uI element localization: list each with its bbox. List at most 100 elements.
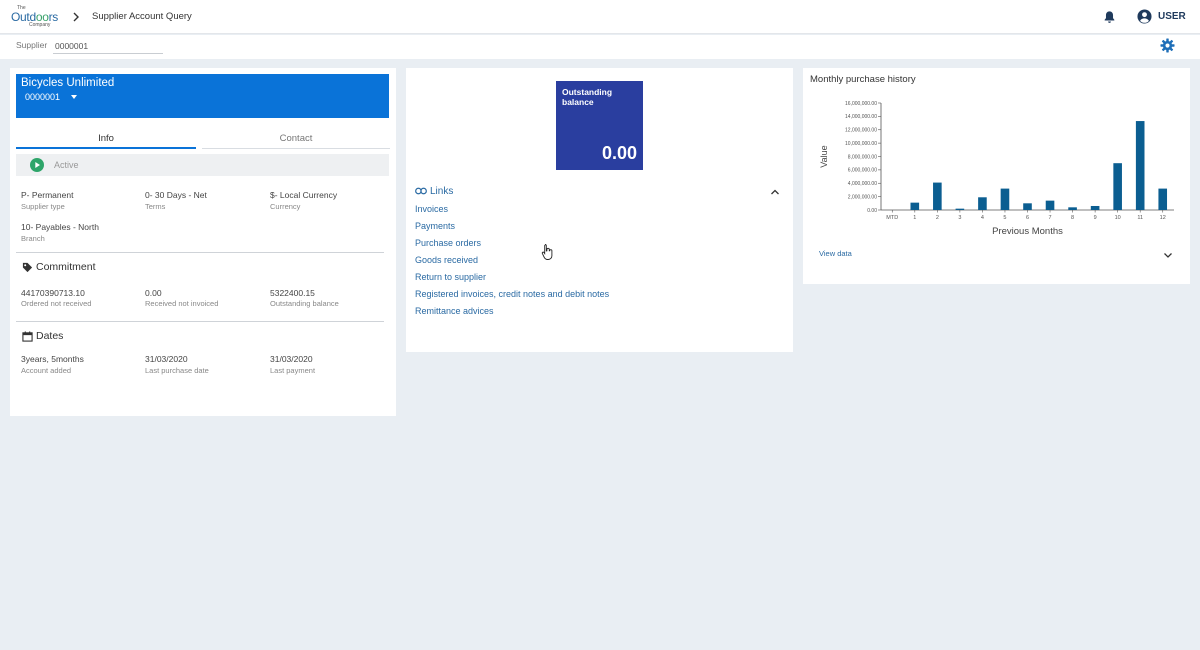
bell-icon[interactable] xyxy=(1103,10,1116,24)
balance-title: Outstanding balance xyxy=(562,87,613,107)
hand-cursor-icon xyxy=(541,244,553,260)
account-added-value: 3years, 5months xyxy=(21,354,84,364)
page-title: Supplier Account Query xyxy=(92,11,192,22)
chart-bar xyxy=(978,197,987,210)
y-tick-label: 16,000,000.00 xyxy=(845,101,877,107)
calendar-icon xyxy=(22,331,33,342)
x-tick-label: 6 xyxy=(1026,215,1029,221)
supplier-name: Bicycles Unlimited xyxy=(21,77,115,89)
chevron-up-icon[interactable] xyxy=(770,188,780,196)
supplier-header: Bicycles Unlimited 0000001 xyxy=(16,74,389,118)
links-heading[interactable]: Links xyxy=(415,186,453,197)
currency-label: Currency xyxy=(270,202,301,211)
logo-sub-text: Company xyxy=(29,22,51,28)
purchase-history-chart: 0.00 2,000,000.00 4,000,000.00 6,000,000.00… xyxy=(819,101,1174,237)
supplier-info-card: Bicycles Unlimited 0000001 Info Contact … xyxy=(10,68,396,416)
y-tick-label: 6,000,000.00 xyxy=(848,168,877,174)
outstanding-balance-tile[interactable]: Outstanding balance 0.00 xyxy=(556,81,643,170)
chart-bar xyxy=(1090,205,1100,210)
chart-bar xyxy=(1045,200,1055,210)
dates-heading: Dates xyxy=(22,330,63,342)
link-purchase-orders[interactable]: Purchase orders xyxy=(415,238,481,248)
x-tick-label: 11 xyxy=(1137,215,1143,221)
supplier-type-label: Supplier type xyxy=(21,202,65,211)
caret-down-icon[interactable] xyxy=(71,95,77,99)
y-tick-label: 8,000,000.00 xyxy=(848,154,877,160)
gear-icon[interactable] xyxy=(1160,38,1175,53)
received-not-invoiced-value: 0.00 xyxy=(145,288,162,298)
chart-bar xyxy=(1158,188,1168,210)
balance-links-card: Outstanding balance 0.00 Links Invoices … xyxy=(406,68,793,352)
chart-bar xyxy=(933,182,942,210)
supplier-type-value: P- Permanent xyxy=(21,190,74,200)
chart-bar xyxy=(1113,163,1122,210)
x-tick-label: 1 xyxy=(913,215,916,221)
x-axis-label: Previous Months xyxy=(992,226,1063,237)
x-tick-label: 5 xyxy=(1003,215,1006,221)
y-tick-label: 2,000,000.00 xyxy=(848,194,877,200)
x-tick-label: 9 xyxy=(1094,215,1097,221)
tab-contact[interactable]: Contact xyxy=(202,133,390,149)
y-tick-label: 10,000,000.00 xyxy=(845,141,877,147)
supplier-label: Supplier xyxy=(16,40,48,50)
link-goods-received[interactable]: Goods received xyxy=(415,255,478,265)
user-icon[interactable] xyxy=(1137,9,1152,24)
chevron-down-icon[interactable] xyxy=(1163,252,1173,259)
last-payment-value: 31/03/2020 xyxy=(270,354,313,364)
last-purchase-date-value: 31/03/2020 xyxy=(145,354,188,364)
link-remittance-advices[interactable]: Remittance advices xyxy=(415,306,494,316)
chart-bar xyxy=(1135,121,1145,210)
x-tick-label: 12 xyxy=(1160,215,1166,221)
ordered-not-received-label: Ordered not received xyxy=(21,299,92,308)
x-tick-label: MTD xyxy=(886,215,898,221)
ordered-not-received-value: 44170390713.10 xyxy=(21,288,85,298)
play-circle-icon xyxy=(30,158,44,172)
x-tick-label: 4 xyxy=(981,215,984,221)
terms-label: Terms xyxy=(145,202,166,211)
link-return-to-supplier[interactable]: Return to supplier xyxy=(415,272,486,282)
currency-value: $- Local Currency xyxy=(270,190,338,200)
tab-info[interactable]: Info xyxy=(16,133,196,149)
chevron-right-icon xyxy=(73,12,79,22)
chart-title: Monthly purchase history xyxy=(810,74,916,85)
branch-label: Branch xyxy=(21,234,45,243)
x-tick-label: 3 xyxy=(958,215,961,221)
account-added-label: Account added xyxy=(21,366,72,375)
y-tick-label: 4,000,000.00 xyxy=(848,181,877,187)
top-bar: The Outdoors Company Supplier Account Qu… xyxy=(0,0,1200,34)
outstanding-balance-label: Outstanding balance xyxy=(270,299,339,308)
terms-value: 0- 30 Days - Net xyxy=(145,190,207,200)
last-payment-label: Last payment xyxy=(270,366,316,375)
company-logo[interactable]: The Outdoors Company xyxy=(11,5,63,29)
view-data-link[interactable]: View data xyxy=(819,249,852,258)
status-row: Active xyxy=(16,154,389,176)
link-icon xyxy=(415,188,427,195)
user-menu[interactable]: USER xyxy=(1158,11,1186,22)
last-purchase-date-label: Last purchase date xyxy=(145,366,209,375)
chart-bar xyxy=(1068,207,1077,210)
x-tick-label: 7 xyxy=(1049,215,1052,221)
tag-icon xyxy=(22,262,33,272)
link-payments[interactable]: Payments xyxy=(415,221,455,231)
supplier-input[interactable] xyxy=(53,38,163,54)
y-tick-label: 0.00 xyxy=(867,208,877,214)
link-invoices[interactable]: Invoices xyxy=(415,204,448,214)
purchase-history-card: Monthly purchase history 0.00 2,000,000.0… xyxy=(803,68,1190,284)
chart-bar xyxy=(955,208,965,210)
y-tick-label: 12,000,000.00 xyxy=(845,128,877,134)
y-axis-label: Value xyxy=(819,145,829,167)
divider xyxy=(16,321,384,322)
chart-bar xyxy=(1023,203,1032,210)
branch-value: 10- Payables - North xyxy=(21,222,99,232)
x-tick-label: 10 xyxy=(1115,215,1121,221)
divider xyxy=(16,252,384,253)
chart-bar xyxy=(1000,188,1010,210)
balance-value: 0.00 xyxy=(601,143,637,163)
supplier-id-dropdown[interactable]: 0000001 xyxy=(25,92,60,102)
status-badge: Active xyxy=(54,160,79,170)
commitment-heading: Commitment xyxy=(22,261,96,273)
y-tick-label: 14,000,000.00 xyxy=(845,114,877,120)
x-tick-label: 2 xyxy=(936,215,939,221)
outstanding-balance-value: 5322400.15 xyxy=(270,288,315,298)
link-registered-invoices[interactable]: Registered invoices, credit notes and de… xyxy=(415,289,609,299)
